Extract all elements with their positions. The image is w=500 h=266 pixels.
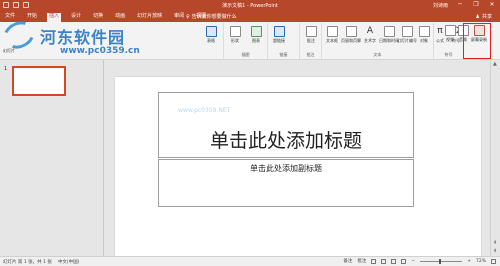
wordart-button[interactable]: A 艺术字 — [360, 26, 380, 44]
screen-recording-highlight — [463, 23, 491, 59]
group-text: 文本框 页眉和页脚 A 艺术字 日期和时间 幻灯片编号 对象 文本 — [322, 23, 434, 59]
tab-home[interactable]: 开始 — [25, 13, 39, 22]
zoom-in-icon[interactable]: + — [467, 259, 471, 264]
status-bar: 幻灯片 第 1 张，共 1 张 中文(中国) 备注 批注 − + 72% — [0, 256, 500, 266]
zoom-slider[interactable] — [420, 258, 463, 264]
header-footer-icon — [345, 26, 357, 37]
tab-slideshow[interactable]: 幻灯片放映 — [135, 13, 164, 22]
text-group-label: 文本 — [373, 52, 382, 57]
group-links: 超链接 链接 — [268, 23, 300, 59]
tab-transitions[interactable]: 切换 — [91, 13, 105, 22]
group-illustrations: 形状 图表 插图 — [224, 23, 268, 59]
group-comments: 批注 批注 — [300, 23, 322, 59]
slide-editor: www.pc0359.NET 单击此处添加标题 单击此处添加副标题 — [105, 60, 490, 266]
close-button[interactable]: ✕ — [488, 1, 496, 9]
header-footer-button[interactable]: 页眉和页脚 — [341, 26, 361, 44]
ribbon-tabs: 文件 开始 插入 设计 切换 动画 幻灯片放映 审阅 视图 ♀ 告诉我你想要做什… — [0, 11, 500, 22]
slide-thumbnail[interactable] — [12, 66, 66, 96]
tab-file[interactable]: 文件 — [3, 13, 17, 22]
object-icon — [418, 26, 430, 37]
prev-slide-icon[interactable]: ⇞ — [493, 240, 497, 246]
tell-me-placeholder: 告诉我你想要做什么 — [191, 14, 237, 20]
watermark-logo: 河东软件园 — [40, 28, 126, 47]
watermark-url: www.pc0359.cn — [60, 46, 140, 56]
symbols-group-label: 符号 — [444, 52, 453, 57]
next-slide-icon[interactable]: ⇟ — [493, 248, 497, 254]
comments-button[interactable]: 批注 — [357, 258, 366, 264]
title-bar: 演示文稿1 - PowerPoint 刘诗雨 ─ ❐ ✕ — [0, 0, 500, 11]
zoom-out-icon[interactable]: − — [411, 259, 415, 264]
document-title: 演示文稿1 - PowerPoint — [222, 3, 278, 9]
slide-thumbnails-pane: 1 — [0, 60, 104, 256]
slide[interactable]: www.pc0359.NET 单击此处添加标题 单击此处添加副标题 — [115, 77, 481, 266]
table-icon — [205, 26, 217, 37]
links-group-label: 链接 — [279, 52, 288, 57]
restore-button[interactable]: ❐ — [472, 1, 480, 9]
subtitle-placeholder[interactable]: 单击此处添加副标题 — [158, 159, 414, 207]
minimize-button[interactable]: ─ — [456, 1, 464, 9]
textbox-icon — [326, 26, 338, 37]
person-icon: ♟ — [475, 13, 480, 20]
new-slide-label[interactable]: 幻灯片 — [3, 48, 15, 54]
shapes-icon — [229, 26, 241, 37]
share-label: 共享 — [481, 14, 492, 20]
textbox-button[interactable]: 文本框 — [322, 26, 342, 44]
table-button[interactable]: 表格 — [201, 26, 221, 44]
fit-slide-icon[interactable] — [491, 258, 496, 264]
slide-sorter-icon[interactable] — [381, 258, 387, 264]
reading-view-icon[interactable] — [391, 258, 397, 264]
tab-design[interactable]: 设计 — [69, 13, 83, 22]
shapes-button[interactable]: 形状 — [225, 26, 245, 44]
tell-me-box[interactable]: ♀ 告诉我你想要做什么 — [186, 13, 237, 21]
tab-animations[interactable]: 动画 — [113, 13, 127, 22]
link-icon — [273, 26, 285, 37]
tab-review[interactable]: 审阅 — [172, 13, 186, 22]
chart-button[interactable]: 图表 — [246, 26, 266, 44]
wordart-icon: A — [366, 26, 374, 36]
slideshow-icon[interactable] — [401, 258, 407, 264]
calendar-icon — [383, 26, 395, 37]
slide-number: 1 — [4, 66, 8, 72]
share-button[interactable]: ♟ 共享 — [475, 13, 493, 21]
comment-button[interactable]: 批注 — [301, 26, 321, 44]
user-name[interactable]: 刘诗雨 — [433, 2, 448, 9]
slide-count: 幻灯片 第 1 张，共 1 张 — [3, 260, 52, 265]
illustrations-group-label: 插图 — [241, 52, 250, 57]
zoom-knob[interactable] — [439, 258, 442, 264]
comments-group-label: 批注 — [306, 52, 315, 57]
tab-insert[interactable]: 插入 — [47, 13, 62, 22]
zoom-level[interactable]: 72% — [476, 259, 486, 264]
hyperlink-button[interactable]: 超链接 — [269, 26, 289, 44]
notes-button[interactable]: 备注 — [343, 258, 352, 264]
language-indicator[interactable]: 中文(中国) — [58, 259, 80, 265]
title-placeholder[interactable]: 单击此处添加标题 — [158, 92, 414, 158]
normal-view-icon[interactable] — [371, 258, 377, 264]
date-time-button[interactable]: 日期和时间 — [379, 26, 399, 44]
chart-icon — [250, 26, 262, 37]
group-tables: 表格 — [198, 23, 224, 59]
slide-number-icon — [401, 26, 413, 37]
scroll-up-icon[interactable]: ▲ — [493, 61, 497, 67]
lightbulb-icon: ♀ — [186, 13, 190, 20]
comment-icon — [305, 26, 317, 37]
vertical-scrollbar[interactable]: ▲ ⇞ ⇟ — [490, 60, 500, 256]
